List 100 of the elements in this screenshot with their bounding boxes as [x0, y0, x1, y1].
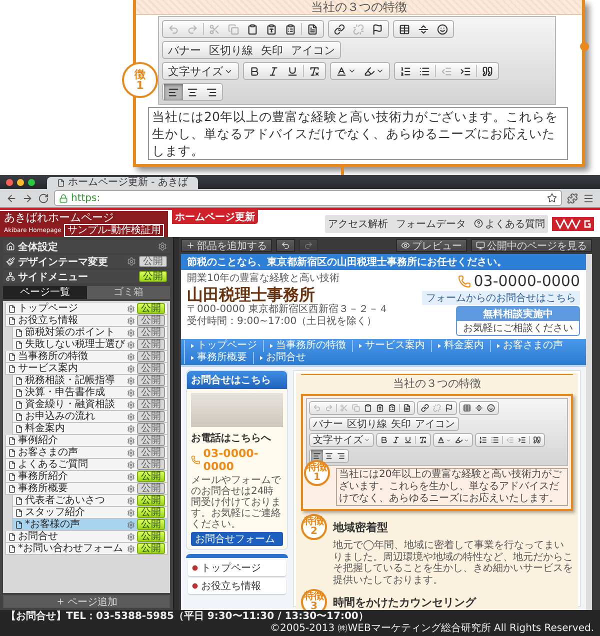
page-row[interactable]: 節税対策のポイント 公開: [12, 327, 168, 339]
page-row[interactable]: 資金繰り・融資相談 公開: [12, 399, 168, 411]
settings-icon[interactable]: [127, 412, 135, 420]
settings-icon[interactable]: [127, 496, 135, 504]
settings-icon[interactable]: [127, 304, 135, 312]
page-row[interactable]: 失敗しない税理士選び 公開: [12, 339, 168, 351]
publish-button[interactable]: 公開: [137, 543, 165, 554]
undo-button[interactable]: [276, 239, 295, 252]
page-row[interactable]: 事務所概要 公開: [5, 483, 168, 495]
publish-button[interactable]: 公開: [137, 375, 165, 386]
publish-button[interactable]: 公開: [137, 303, 165, 314]
sidebar-tab[interactable]: ページ一覧: [3, 286, 86, 299]
page-row[interactable]: スタッフ紹介 公開: [12, 507, 168, 519]
settings-icon[interactable]: [127, 436, 135, 444]
page-row[interactable]: 料金案内 公開: [12, 423, 168, 435]
document-button[interactable]: [401, 402, 413, 414]
publish-button[interactable]: 公開: [137, 315, 165, 326]
page-row[interactable]: お客さまの声 公開: [5, 447, 168, 459]
publish-button[interactable]: 公開: [137, 495, 165, 506]
insert-button[interactable]: バナー: [311, 418, 345, 430]
insert-button[interactable]: アイコン: [413, 418, 457, 430]
menu-link[interactable]: サイドメニュー: [18, 270, 136, 284]
contact-form-button[interactable]: お問合せフォーム: [191, 532, 283, 546]
view-live-button[interactable]: 公開中のページを見る: [471, 239, 592, 252]
reload-icon[interactable]: [38, 192, 49, 204]
publish-button[interactable]: 公開: [137, 483, 165, 494]
settings-icon[interactable]: [127, 388, 135, 396]
preview-button[interactable]: プレビュー: [396, 239, 467, 252]
settings-icon[interactable]: [127, 484, 135, 492]
flag-button[interactable]: [443, 402, 455, 414]
menu-row[interactable]: デザインテーマ変更 公開: [3, 255, 170, 268]
add-part-button[interactable]: 部品を追加する: [181, 239, 272, 252]
publish-button[interactable]: 公開: [137, 507, 165, 518]
nav-link[interactable]: 事務所概要: [184, 352, 253, 364]
publish-button[interactable]: 公開: [137, 411, 165, 422]
nav-link[interactable]: お問合せ: [253, 352, 312, 364]
header-link[interactable]: フォームデータ: [396, 216, 466, 230]
publish-button[interactable]: 公開: [137, 363, 165, 374]
page-row[interactable]: サービス案内 公開: [5, 363, 168, 375]
clear-format-button[interactable]: [417, 434, 429, 446]
page-row[interactable]: 事務所紹介 公開: [5, 471, 168, 483]
settings-icon[interactable]: [127, 257, 136, 266]
settings-icon[interactable]: [127, 520, 135, 528]
table-button[interactable]: [461, 402, 473, 414]
add-page-button[interactable]: ページ追加: [3, 595, 170, 608]
font-size-dropdown[interactable]: 文字サイズ: [311, 434, 372, 446]
publish-button[interactable]: 公開: [137, 399, 165, 410]
numbered-list-button[interactable]: [477, 434, 489, 446]
page-row[interactable]: お申込みの流れ 公開: [12, 411, 168, 423]
horizontal-rule-button[interactable]: [473, 402, 485, 414]
menu-icon[interactable]: [583, 192, 594, 204]
text-color-button[interactable]: [435, 434, 453, 446]
publish-button[interactable]: 公開: [137, 459, 165, 470]
menu-link[interactable]: 全体設定: [18, 240, 155, 254]
page-row[interactable]: 当事務所の特徴 公開: [5, 351, 168, 363]
insert-button[interactable]: 区切り線: [345, 418, 389, 430]
page-row[interactable]: *お問い合わせフォーム 公開: [5, 543, 168, 555]
publish-button[interactable]: 公開: [137, 519, 165, 530]
menu-row[interactable]: 全体設定: [3, 240, 170, 253]
consultation-banner[interactable]: 無料相談実施中 お気軽にご相談ください: [456, 306, 580, 336]
publish-button[interactable]: 公開: [137, 531, 165, 542]
sidebar-tab[interactable]: ゴミ箱: [86, 286, 170, 299]
settings-icon[interactable]: [127, 328, 135, 336]
settings-icon[interactable]: [127, 424, 135, 432]
page-row[interactable]: *お客様の声 公開: [12, 519, 168, 531]
side-menu-link[interactable]: トップページ: [188, 560, 286, 576]
insert-button[interactable]: 矢印: [257, 42, 287, 58]
quote-button[interactable]: [531, 434, 543, 446]
link-button[interactable]: [419, 402, 431, 414]
settings-icon[interactable]: [127, 508, 135, 516]
clipboard-text-button[interactable]: [374, 402, 386, 414]
close-icon[interactable]: [6, 178, 13, 186]
insert-button[interactable]: 区切り線: [205, 42, 257, 58]
clipboard-list-button[interactable]: [386, 402, 398, 414]
highlighter-button[interactable]: [453, 434, 471, 446]
settings-icon[interactable]: [127, 532, 135, 540]
publish-button[interactable]: 公開: [137, 435, 165, 446]
page-row[interactable]: お問合せ 公開: [5, 531, 168, 543]
contact-form-link[interactable]: フォームからのお問合せはこちら: [422, 291, 580, 305]
maximize-icon[interactable]: [28, 178, 35, 186]
insert-button[interactable]: アイコン: [287, 42, 339, 58]
publish-button[interactable]: 公開: [137, 327, 165, 338]
settings-icon[interactable]: [127, 544, 135, 552]
insert-button[interactable]: バナー: [164, 42, 205, 58]
browser-tab[interactable]: ホームページ更新 - あきば: [47, 177, 198, 189]
extension-icon[interactable]: [567, 192, 578, 204]
paragraph-text[interactable]: 当社には20年以上の豊富な経験と高い技術力がございます。これらを生かし、単なるアドバイスだけでなく、あらゆるニーズにお応えいたします。: [148, 107, 568, 160]
page-row[interactable]: 税務相談・記帳指導 公開: [12, 375, 168, 387]
publish-button[interactable]: 公開: [139, 271, 167, 282]
address-field[interactable]: https:: [54, 190, 562, 206]
publish-button[interactable]: 公開: [137, 387, 165, 398]
publish-button[interactable]: 公開: [139, 256, 167, 267]
side-menu-link[interactable]: お役立ち情報: [188, 578, 286, 594]
minimize-icon[interactable]: [17, 178, 24, 186]
publish-button[interactable]: 公開: [137, 339, 165, 350]
settings-icon[interactable]: [127, 340, 135, 348]
settings-icon[interactable]: [127, 400, 135, 408]
menu-link[interactable]: デザインテーマ変更: [18, 254, 124, 268]
page-row[interactable]: 事例紹介 公開: [5, 435, 168, 447]
align-left-button[interactable]: [164, 84, 183, 100]
